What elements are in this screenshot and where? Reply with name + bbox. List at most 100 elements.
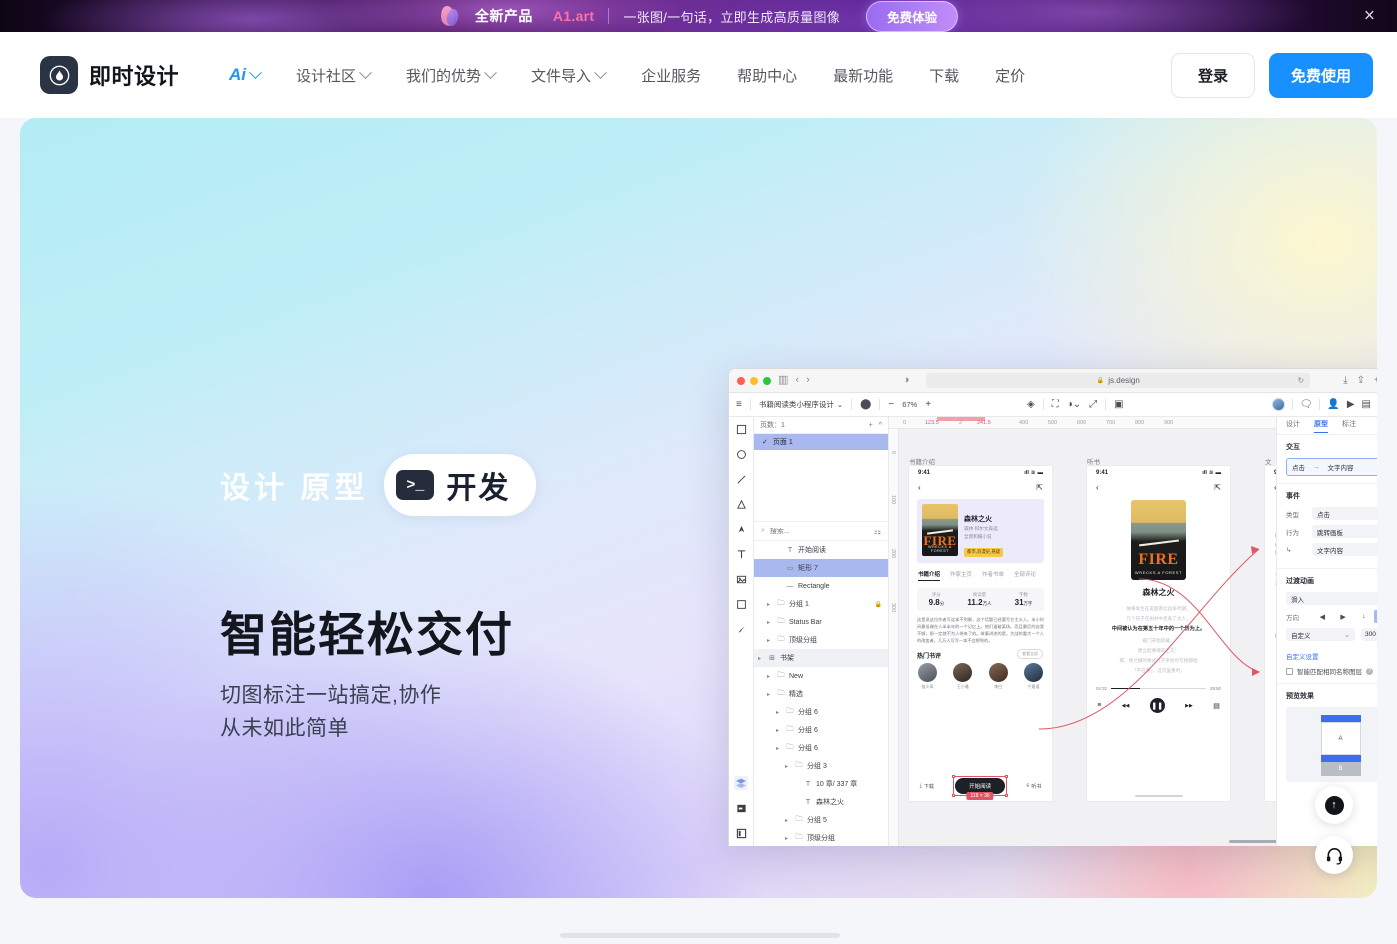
chevron-right-icon[interactable]: ▸ bbox=[767, 673, 773, 680]
tab-annotation[interactable]: 标注 bbox=[1342, 419, 1356, 432]
artboard-text-content[interactable]: 9:41 ‹ ❲ 那年春分到来的时候，森林里的每一棵树都令人难忘的。从当地的一个… bbox=[1265, 466, 1276, 801]
rectangle-tool-icon[interactable] bbox=[734, 597, 748, 611]
url-bar[interactable]: 🔒 js.design ↻ bbox=[926, 373, 1311, 388]
layer-item[interactable]: ▸ 🗀 顶级分组 bbox=[754, 829, 888, 846]
back-icon[interactable]: ‹ bbox=[918, 483, 921, 492]
menu-icon[interactable]: ≡ bbox=[736, 399, 742, 410]
theme-icon[interactable]: ◑⌄ bbox=[1067, 399, 1081, 410]
file-name-dropdown[interactable]: 书籍阅读类小程序设计 ⌄ bbox=[759, 399, 843, 410]
layer-item[interactable]: T 10 章/ 337 章 bbox=[754, 775, 888, 793]
playlist-icon[interactable]: ≡ bbox=[1097, 702, 1101, 709]
nav-item-pricing[interactable]: 定价 bbox=[979, 55, 1041, 96]
nav-item-help[interactable]: 帮助中心 bbox=[721, 55, 813, 96]
direction-left-button[interactable]: ◀ bbox=[1312, 610, 1333, 623]
back-icon[interactable]: ‹ bbox=[795, 375, 799, 386]
reload-icon[interactable]: ↻ bbox=[1298, 376, 1305, 385]
expand-icon[interactable]: ⤢ bbox=[1089, 399, 1097, 410]
chevron-right-icon[interactable]: ▸ bbox=[785, 817, 791, 824]
collapse-icon[interactable]: ^ bbox=[879, 422, 882, 429]
zoom-out-button[interactable]: − bbox=[888, 399, 894, 410]
add-page-icon[interactable]: + bbox=[869, 422, 873, 429]
event-type-select[interactable]: 点击 ⌄ bbox=[1312, 507, 1377, 520]
start-reading-button[interactable]: 开始阅读 118 × 36 bbox=[952, 775, 1009, 800]
direction-up-button[interactable]: ↑ bbox=[1374, 610, 1377, 623]
share-icon[interactable]: ⇱ bbox=[1036, 483, 1043, 492]
help-icon[interactable]: ? bbox=[1366, 667, 1373, 675]
layer-item[interactable]: ▸ 🗀 分组 6 bbox=[754, 739, 888, 757]
maximize-window-icon[interactable] bbox=[763, 376, 771, 385]
share-icon[interactable]: 👤 bbox=[1327, 399, 1339, 410]
layer-item[interactable]: ▸ 🗀 分组 3 bbox=[754, 757, 888, 775]
image-tool-icon[interactable] bbox=[734, 572, 748, 586]
nav-item-download[interactable]: 下载 bbox=[913, 55, 975, 96]
direction-right-button[interactable]: ▶ bbox=[1333, 610, 1354, 623]
nav-item-whatsnew[interactable]: 最新功能 bbox=[817, 55, 909, 96]
play-pause-button[interactable]: ❚❚ bbox=[1149, 698, 1165, 713]
artboard-book-intro[interactable]: 9:41 ıII ≋ ▬ ‹ ⇱ FIRE WRECKS A FOREST 森林… bbox=[909, 466, 1052, 801]
duration-input[interactable]: 300 ms bbox=[1361, 628, 1377, 641]
tab-all-comments[interactable]: 全部评论 bbox=[1014, 570, 1036, 581]
artboard-label[interactable]: 书籍介绍 bbox=[909, 456, 935, 466]
layer-item[interactable]: ▸ 🗀 顶级分组 bbox=[754, 631, 888, 649]
layer-item[interactable]: ▭ 矩形 7 bbox=[754, 559, 888, 577]
tab-author-page[interactable]: 作家主页 bbox=[950, 570, 972, 581]
transition-select[interactable]: 滑入 ⌄ bbox=[1286, 592, 1377, 605]
chevron-right-icon[interactable]: ▸ bbox=[776, 709, 782, 716]
pen-tool-icon[interactable] bbox=[734, 522, 748, 536]
easing-select[interactable]: 自定义 ⌄ bbox=[1286, 628, 1355, 641]
artboard-label[interactable]: 听书 bbox=[1087, 456, 1100, 466]
comment-icon[interactable]: 🗨 bbox=[1300, 399, 1313, 410]
share-icon[interactable]: ⇱ bbox=[1214, 483, 1221, 492]
cursor-tool-icon[interactable]: ⬤ bbox=[860, 399, 871, 410]
smart-match-row[interactable]: 智能匹配相同名称图层 ? bbox=[1286, 666, 1377, 676]
search-input[interactable] bbox=[769, 527, 840, 535]
direction-down-button[interactable]: ↓ bbox=[1354, 610, 1375, 623]
tab-author-list[interactable]: 作者书单 bbox=[982, 570, 1004, 581]
tab-design[interactable]: 设计 bbox=[1286, 419, 1300, 432]
nav-item-community[interactable]: 设计社区 bbox=[280, 55, 386, 96]
custom-settings-link[interactable]: 自定义设置 bbox=[1286, 651, 1319, 661]
chevron-right-icon[interactable]: ▸ bbox=[776, 745, 782, 752]
zoom-in-button[interactable]: + bbox=[925, 399, 931, 410]
layer-search[interactable]: ⌕ ⚏ bbox=[754, 522, 888, 541]
text-tool-icon[interactable] bbox=[734, 547, 748, 561]
nav-item-advantages[interactable]: 我们的优势 bbox=[390, 55, 511, 96]
brush-tool-icon[interactable] bbox=[734, 622, 748, 636]
layer-item[interactable]: T 开始阅读 bbox=[754, 541, 888, 559]
chevron-right-icon[interactable]: ▸ bbox=[785, 835, 791, 842]
layer-item[interactable]: ▸ 🗀 分组 6 bbox=[754, 703, 888, 721]
close-icon[interactable]: × bbox=[1364, 7, 1375, 26]
fullscreen-icon[interactable]: ⛶ bbox=[1052, 399, 1059, 410]
back-icon[interactable]: ‹ bbox=[1096, 483, 1099, 492]
frame-tool-icon[interactable] bbox=[734, 422, 748, 436]
layer-item[interactable]: ▸ 🗀 Status Bar bbox=[754, 613, 888, 631]
brand-logo[interactable]: 即时设计 bbox=[40, 56, 179, 94]
layer-item[interactable]: ▸ 🗀 分组 5 bbox=[754, 811, 888, 829]
interaction-chip[interactable]: 点击 → 文字内容 bbox=[1286, 458, 1377, 476]
forward-icon[interactable]: › bbox=[806, 375, 810, 386]
layer-item[interactable]: ▸ 🗀 分组 6 bbox=[754, 721, 888, 739]
chevron-right-icon[interactable]: ▸ bbox=[767, 637, 773, 644]
chevron-right-icon[interactable]: ▸ bbox=[758, 655, 764, 662]
download-icon[interactable]: ⤓ bbox=[1343, 375, 1347, 386]
progress-row[interactable]: 04:32 28:50 bbox=[1087, 686, 1230, 691]
avatar[interactable] bbox=[1271, 398, 1285, 411]
scroll-to-top-button[interactable]: ↑ bbox=[1315, 786, 1353, 824]
layer-item[interactable]: — Rectangle bbox=[754, 577, 888, 595]
back-icon[interactable]: ‹ bbox=[1274, 483, 1276, 492]
share-icon[interactable]: ⇪ bbox=[1357, 375, 1365, 386]
download-button[interactable]: ⤓ 下载 bbox=[920, 783, 934, 790]
layer-item[interactable]: T 森林之火 bbox=[754, 793, 888, 811]
free-trial-button[interactable]: 免费使用 bbox=[1268, 52, 1373, 98]
prev-icon[interactable]: ◀◀ bbox=[1122, 703, 1130, 709]
assets-tool-icon[interactable] bbox=[734, 826, 748, 840]
artboard-audiobook[interactable]: 9:41 ıII ≋ ▬ ‹ ⇱ FIRE WRECKS A FOREST 森林… bbox=[1087, 466, 1230, 801]
polygon-tool-icon[interactable] bbox=[734, 497, 748, 511]
lock-icon[interactable]: 🔒 bbox=[875, 601, 882, 608]
horizontal-scrollbar[interactable] bbox=[1229, 840, 1276, 843]
tab-prototype[interactable]: 原型 bbox=[1314, 419, 1328, 433]
progress-bar[interactable] bbox=[1111, 688, 1206, 689]
tab-book-intro[interactable]: 书籍介绍 bbox=[918, 570, 941, 581]
layers-tool-icon[interactable] bbox=[734, 776, 748, 790]
chevron-right-icon[interactable]: ▸ bbox=[776, 727, 782, 734]
